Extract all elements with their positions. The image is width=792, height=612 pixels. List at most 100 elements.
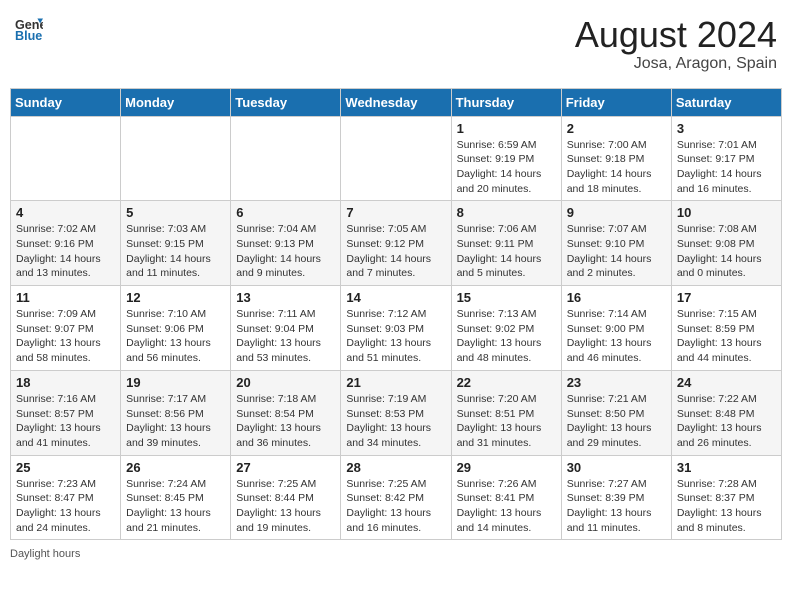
footer-daylight: Daylight hours <box>10 548 80 560</box>
calendar-week-row: 4 Sunrise: 7:02 AMSunset: 9:16 PMDaylight… <box>11 201 782 286</box>
calendar-day-cell: 6 Sunrise: 7:04 AMSunset: 9:13 PMDaylight… <box>231 201 341 286</box>
svg-text:Blue: Blue <box>15 29 42 43</box>
calendar-header-cell: Friday <box>561 88 671 116</box>
day-number: 12 <box>126 290 225 305</box>
day-info: Sunrise: 7:06 AMSunset: 9:11 PMDaylight:… <box>457 222 556 281</box>
calendar-day-cell: 12 Sunrise: 7:10 AMSunset: 9:06 PMDayligh… <box>121 286 231 371</box>
logo: General Blue <box>15 15 43 43</box>
day-info: Sunrise: 7:01 AMSunset: 9:17 PMDaylight:… <box>677 138 776 197</box>
day-info: Sunrise: 7:03 AMSunset: 9:15 PMDaylight:… <box>126 222 225 281</box>
logo-icon: General Blue <box>15 15 43 43</box>
calendar-day-cell: 21Sunrise: 7:19 AMSunset: 8:53 PMDayligh… <box>341 370 451 455</box>
day-number: 29 <box>457 460 556 475</box>
day-info: Sunrise: 7:04 AMSunset: 9:13 PMDaylight:… <box>236 222 335 281</box>
calendar-day-cell: 28Sunrise: 7:25 AMSunset: 8:42 PMDayligh… <box>341 455 451 540</box>
calendar-day-cell: 10 Sunrise: 7:08 AMSunset: 9:08 PMDayligh… <box>671 201 781 286</box>
calendar-day-cell: 29 Sunrise: 7:26 AMSunset: 8:41 PMDayligh… <box>451 455 561 540</box>
calendar-day-cell: 2Sunrise: 7:00 AMSunset: 9:18 PMDaylight… <box>561 116 671 201</box>
calendar-header-cell: Monday <box>121 88 231 116</box>
calendar-day-cell <box>231 116 341 201</box>
title-block: August 2024 Josa, Aragon, Spain <box>575 15 777 73</box>
day-number: 10 <box>677 205 776 220</box>
day-info: Sunrise: 7:07 AMSunset: 9:10 PMDaylight:… <box>567 222 666 281</box>
day-info: Sunrise: 7:24 AMSunset: 8:45 PMDaylight:… <box>126 477 225 536</box>
day-number: 17 <box>677 290 776 305</box>
calendar-day-cell <box>11 116 121 201</box>
calendar-day-cell: 18Sunrise: 7:16 AMSunset: 8:57 PMDayligh… <box>11 370 121 455</box>
day-info: Sunrise: 7:27 AMSunset: 8:39 PMDaylight:… <box>567 477 666 536</box>
calendar-day-cell: 22Sunrise: 7:20 AMSunset: 8:51 PMDayligh… <box>451 370 561 455</box>
calendar-day-cell: 31Sunrise: 7:28 AMSunset: 8:37 PMDayligh… <box>671 455 781 540</box>
day-info: Sunrise: 7:19 AMSunset: 8:53 PMDaylight:… <box>346 392 445 451</box>
day-number: 11 <box>16 290 115 305</box>
calendar-day-cell: 30 Sunrise: 7:27 AMSunset: 8:39 PMDayligh… <box>561 455 671 540</box>
calendar-header-row: SundayMondayTuesdayWednesdayThursdayFrid… <box>11 88 782 116</box>
day-info: Sunrise: 7:02 AMSunset: 9:16 PMDaylight:… <box>16 222 115 281</box>
day-info: Sunrise: 7:17 AMSunset: 8:56 PMDaylight:… <box>126 392 225 451</box>
day-number: 1 <box>457 121 556 136</box>
day-info: Sunrise: 7:25 AMSunset: 8:42 PMDaylight:… <box>346 477 445 536</box>
day-number: 15 <box>457 290 556 305</box>
calendar-day-cell: 24 Sunrise: 7:22 AMSunset: 8:48 PMDayligh… <box>671 370 781 455</box>
calendar-week-row: 18Sunrise: 7:16 AMSunset: 8:57 PMDayligh… <box>11 370 782 455</box>
calendar-day-cell: 8Sunrise: 7:06 AMSunset: 9:11 PMDaylight… <box>451 201 561 286</box>
day-info: Sunrise: 7:28 AMSunset: 8:37 PMDaylight:… <box>677 477 776 536</box>
day-number: 14 <box>346 290 445 305</box>
day-info: Sunrise: 7:14 AMSunset: 9:00 PMDaylight:… <box>567 307 666 366</box>
day-number: 4 <box>16 205 115 220</box>
calendar-header-cell: Wednesday <box>341 88 451 116</box>
calendar-day-cell: 4 Sunrise: 7:02 AMSunset: 9:16 PMDaylight… <box>11 201 121 286</box>
day-info: Sunrise: 7:25 AMSunset: 8:44 PMDaylight:… <box>236 477 335 536</box>
day-info: Sunrise: 7:18 AMSunset: 8:54 PMDaylight:… <box>236 392 335 451</box>
day-info: Sunrise: 7:22 AMSunset: 8:48 PMDaylight:… <box>677 392 776 451</box>
day-number: 24 <box>677 375 776 390</box>
day-number: 13 <box>236 290 335 305</box>
day-info: Sunrise: 7:10 AMSunset: 9:06 PMDaylight:… <box>126 307 225 366</box>
day-info: Sunrise: 7:08 AMSunset: 9:08 PMDaylight:… <box>677 222 776 281</box>
calendar-day-cell: 3 Sunrise: 7:01 AMSunset: 9:17 PMDaylight… <box>671 116 781 201</box>
calendar-day-cell: 9 Sunrise: 7:07 AMSunset: 9:10 PMDaylight… <box>561 201 671 286</box>
month-year: August 2024 <box>575 15 777 55</box>
day-number: 6 <box>236 205 335 220</box>
calendar-week-row: 11Sunrise: 7:09 AMSunset: 9:07 PMDayligh… <box>11 286 782 371</box>
calendar-header-cell: Sunday <box>11 88 121 116</box>
day-info: Sunrise: 7:20 AMSunset: 8:51 PMDaylight:… <box>457 392 556 451</box>
calendar-header-cell: Saturday <box>671 88 781 116</box>
calendar-day-cell: 11Sunrise: 7:09 AMSunset: 9:07 PMDayligh… <box>11 286 121 371</box>
day-number: 20 <box>236 375 335 390</box>
day-number: 19 <box>126 375 225 390</box>
day-number: 30 <box>567 460 666 475</box>
calendar-header-cell: Thursday <box>451 88 561 116</box>
day-number: 9 <box>567 205 666 220</box>
calendar-day-cell: 19 Sunrise: 7:17 AMSunset: 8:56 PMDayligh… <box>121 370 231 455</box>
day-info: Sunrise: 7:11 AMSunset: 9:04 PMDaylight:… <box>236 307 335 366</box>
calendar-day-cell: 5 Sunrise: 7:03 AMSunset: 9:15 PMDaylight… <box>121 201 231 286</box>
calendar-day-cell: 17 Sunrise: 7:15 AMSunset: 8:59 PMDayligh… <box>671 286 781 371</box>
day-number: 16 <box>567 290 666 305</box>
location: Josa, Aragon, Spain <box>575 55 777 73</box>
day-info: Sunrise: 7:26 AMSunset: 8:41 PMDaylight:… <box>457 477 556 536</box>
calendar-day-cell: 25Sunrise: 7:23 AMSunset: 8:47 PMDayligh… <box>11 455 121 540</box>
calendar-day-cell: 16 Sunrise: 7:14 AMSunset: 9:00 PMDayligh… <box>561 286 671 371</box>
calendar-day-cell <box>121 116 231 201</box>
calendar-day-cell: 20 Sunrise: 7:18 AMSunset: 8:54 PMDayligh… <box>231 370 341 455</box>
calendar-day-cell: 13 Sunrise: 7:11 AMSunset: 9:04 PMDayligh… <box>231 286 341 371</box>
header: General Blue August 2024 Josa, Aragon, S… <box>10 10 782 78</box>
day-number: 3 <box>677 121 776 136</box>
calendar-table: SundayMondayTuesdayWednesdayThursdayFrid… <box>10 88 782 541</box>
calendar-day-cell: 1Sunrise: 6:59 AMSunset: 9:19 PMDaylight… <box>451 116 561 201</box>
day-info: Sunrise: 7:12 AMSunset: 9:03 PMDaylight:… <box>346 307 445 366</box>
calendar-week-row: 1Sunrise: 6:59 AMSunset: 9:19 PMDaylight… <box>11 116 782 201</box>
calendar-day-cell: 7 Sunrise: 7:05 AMSunset: 9:12 PMDaylight… <box>341 201 451 286</box>
footer: Daylight hours <box>10 548 782 560</box>
calendar-day-cell: 23Sunrise: 7:21 AMSunset: 8:50 PMDayligh… <box>561 370 671 455</box>
calendar-day-cell: 14 Sunrise: 7:12 AMSunset: 9:03 PMDayligh… <box>341 286 451 371</box>
day-number: 26 <box>126 460 225 475</box>
day-number: 5 <box>126 205 225 220</box>
day-info: Sunrise: 7:21 AMSunset: 8:50 PMDaylight:… <box>567 392 666 451</box>
day-number: 7 <box>346 205 445 220</box>
day-info: Sunrise: 7:15 AMSunset: 8:59 PMDaylight:… <box>677 307 776 366</box>
day-info: Sunrise: 7:05 AMSunset: 9:12 PMDaylight:… <box>346 222 445 281</box>
day-info: Sunrise: 7:23 AMSunset: 8:47 PMDaylight:… <box>16 477 115 536</box>
calendar-body: 1Sunrise: 6:59 AMSunset: 9:19 PMDaylight… <box>11 116 782 540</box>
